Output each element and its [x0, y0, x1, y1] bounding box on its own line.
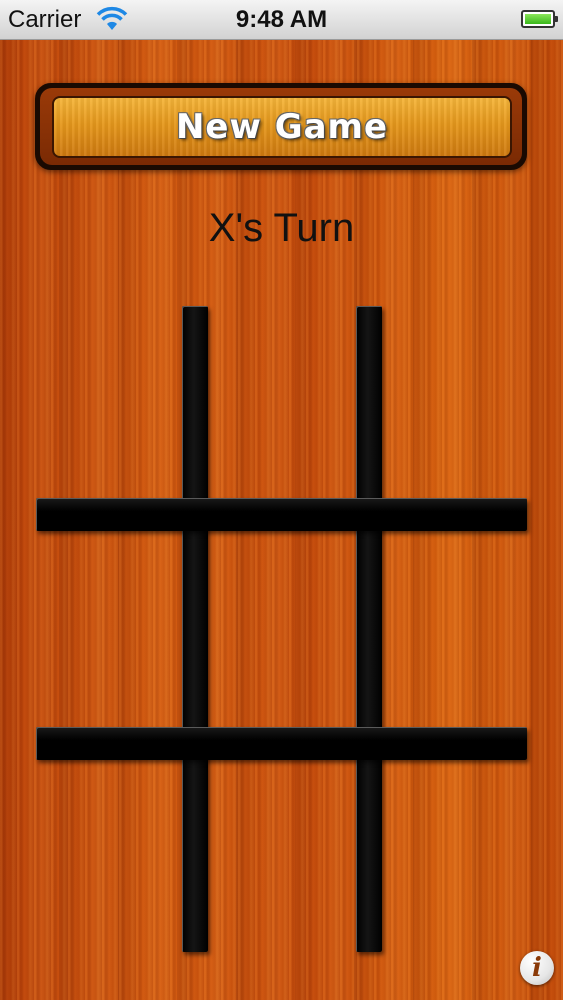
grid-line-horizontal-top	[36, 498, 527, 531]
game-board	[0, 0, 563, 1000]
grid-line-horizontal-bottom	[36, 727, 527, 760]
board-cell-7[interactable]	[36, 760, 182, 952]
board-cell-5[interactable]	[208, 531, 356, 727]
board-cell-8[interactable]	[208, 760, 356, 952]
board-cell-4[interactable]	[36, 531, 182, 727]
board-cell-2[interactable]	[208, 306, 356, 498]
info-button[interactable]: i	[520, 951, 554, 985]
grid-line-vertical-left	[182, 306, 208, 952]
board-cell-6[interactable]	[382, 531, 527, 727]
grid-line-vertical-right	[356, 306, 382, 952]
info-icon: i	[532, 953, 542, 983]
board-cell-3[interactable]	[382, 306, 527, 498]
board-cell-9[interactable]	[382, 760, 527, 952]
board-cell-1[interactable]	[36, 306, 182, 498]
